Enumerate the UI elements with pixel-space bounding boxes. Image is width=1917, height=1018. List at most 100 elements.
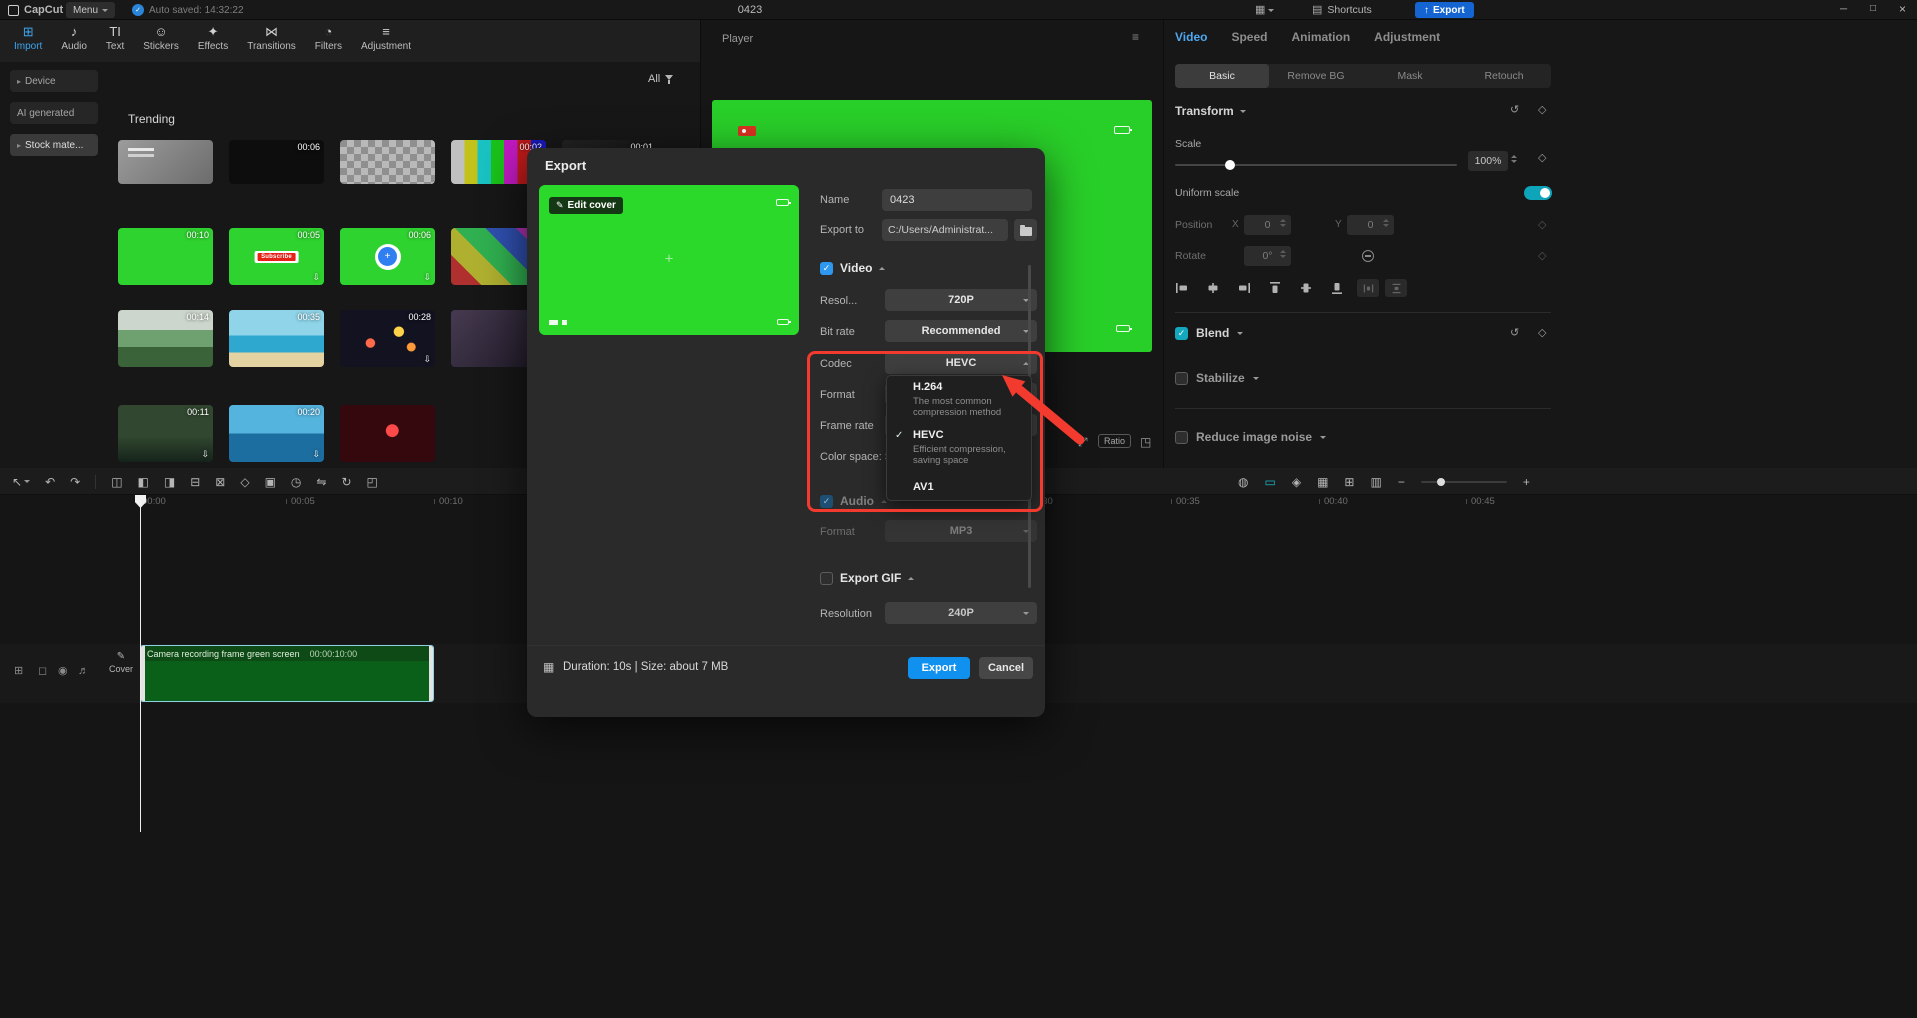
media-thumbnail[interactable]: 00:14 [118,310,213,367]
subtab-basic[interactable]: Basic [1175,64,1269,88]
rotate-stepper[interactable] [1280,250,1286,258]
subtab-remove-bg[interactable]: Remove BG [1269,64,1363,88]
media-thumbnail[interactable]: 00:35 [229,310,324,367]
align-bottom-icon[interactable] [1330,281,1344,295]
media-thumbnail[interactable]: 00:10 [118,228,213,285]
rotate-icon[interactable]: ↻ [341,476,351,488]
media-tab-transitions[interactable]: ⋈Transitions [247,25,296,52]
subtab-mask[interactable]: Mask [1363,64,1457,88]
download-icon[interactable]: ⇩ [312,272,320,283]
browse-folder-button[interactable] [1014,219,1037,241]
sidebar-item-ai-generated[interactable]: AI generated [10,102,98,124]
codec-option-av1[interactable]: AV1 [887,478,1033,502]
crop-icon[interactable]: ◰ [367,476,378,488]
gif-resolution-select[interactable]: 240P [885,602,1037,624]
mute-track-icon[interactable]: ♬ [78,666,89,677]
transform-header[interactable]: Transform [1175,104,1246,118]
magnet-snap-icon[interactable]: ▦ [1317,476,1328,488]
name-input[interactable] [882,189,1032,211]
edit-cover-button[interactable]: ✎ Edit cover [549,197,623,214]
media-tab-audio[interactable]: ♪Audio [61,25,87,52]
media-thumbnail[interactable] [340,405,435,462]
keyframe-diamond-icon[interactable]: ◇ [1538,326,1546,339]
media-tab-adjustment[interactable]: ≡Adjustment [361,25,411,52]
stabilize-checkbox[interactable] [1175,372,1188,385]
marker-icon[interactable]: ◇ [240,476,249,488]
menu-button[interactable]: Menu [66,2,115,18]
chevron-down-icon[interactable] [1320,436,1326,439]
reset-icon[interactable]: ↺ [1510,103,1519,116]
download-icon[interactable]: ⇩ [201,449,209,460]
align-center-horizontal-icon[interactable] [1206,281,1220,295]
select-tool-icon[interactable]: ↖ [12,476,22,488]
scale-stepper[interactable] [1511,155,1517,163]
trim-left-icon[interactable]: ◧ [138,476,149,488]
playhead-line[interactable] [140,495,141,832]
media-thumbnail[interactable]: 00:11 ⇩ [118,405,213,462]
media-tab-stickers[interactable]: ☺Stickers [143,25,179,52]
layout-switcher[interactable]: ▦ [1255,0,1274,20]
filter-all[interactable]: All [648,73,673,85]
hide-track-icon[interactable]: ◉ [58,666,68,677]
reduce-noise-checkbox[interactable] [1175,431,1188,444]
align-right-icon[interactable] [1237,281,1251,295]
tab-animation[interactable]: Animation [1291,30,1350,44]
slider-handle[interactable] [1225,160,1235,170]
export-confirm-button[interactable]: Export [908,657,970,679]
tab-speed[interactable]: Speed [1231,30,1267,44]
download-icon[interactable]: ⇩ [423,272,431,283]
resolution-select[interactable]: 720P [885,289,1037,311]
mirror-icon[interactable]: ⇋ [316,476,326,488]
sidebar-item-stock-material[interactable]: ▸Stock mate... [10,134,98,156]
keyframe-icon[interactable]: ◈ [1292,476,1301,488]
media-thumbnail[interactable]: 00:05 Subscribe ⇩ [229,228,324,285]
cover-button[interactable]: ✎ Cover [104,651,138,674]
chevron-down-icon[interactable] [1253,377,1259,380]
chevron-up-icon[interactable] [908,577,914,580]
main-track-icon[interactable]: ⊞ [14,666,23,677]
ratio-button[interactable]: Ratio [1098,434,1131,448]
media-thumbnail[interactable]: 00:28 ⇩ [340,310,435,367]
keyframe-diamond-icon[interactable]: ◇ [1538,103,1546,116]
download-icon[interactable]: ⇩ [423,354,431,365]
export-gif-checkbox[interactable] [820,572,833,585]
shortcuts-button[interactable]: ▤ Shortcuts [1312,0,1372,20]
video-checkbox[interactable]: ✓ [820,262,833,275]
trim-right-icon[interactable]: ◨ [164,476,175,488]
position-y-stepper[interactable] [1383,219,1389,227]
codec-option-hevc[interactable]: ✓ HEVC Efficient compression, saving spa… [887,424,1033,474]
zoom-out-icon[interactable]: − [1398,476,1405,488]
record-voiceover-icon[interactable]: ◍ [1238,476,1248,488]
media-thumbnail[interactable]: 00:20 ⇩ [229,405,324,462]
download-icon[interactable]: ⇩ [312,449,320,460]
uniform-scale-toggle[interactable] [1524,186,1552,200]
overlay-icon[interactable]: ▣ [265,476,276,488]
media-tab-text[interactable]: TIText [106,25,124,52]
audio-checkbox[interactable]: ✓ [820,495,833,508]
chevron-up-icon[interactable] [879,267,885,270]
sidebar-item-device[interactable]: ▸Device [10,70,98,92]
scale-slider[interactable] [1175,164,1457,166]
delete-icon[interactable]: ⊠ [215,476,225,488]
keyframe-diamond-icon[interactable]: ◇ [1538,218,1546,231]
media-tab-import[interactable]: ⊞Import [14,25,42,52]
fit-preview-icon[interactable]: ⤢ [1078,436,1088,448]
align-middle-vertical-icon[interactable] [1299,281,1313,295]
preview-axis-icon[interactable]: ▥ [1370,476,1381,488]
media-tab-effects[interactable]: ✦Effects [198,25,228,52]
timeline-zoom-slider[interactable] [1421,481,1507,483]
chevron-down-icon[interactable] [24,480,30,483]
audio-format-select[interactable]: MP3 [885,520,1037,542]
close-button[interactable]: × [1899,2,1906,16]
timeline-clip[interactable]: Camera recording frame green screen 00:0… [140,645,434,702]
media-tab-filters[interactable]: ◔Filters [315,25,342,52]
zoom-slider-handle[interactable] [1437,478,1445,486]
undo-icon[interactable]: ↶ [45,476,55,488]
distribute-horizontal-button[interactable] [1357,279,1379,297]
media-thumbnail[interactable] [340,140,435,184]
export-button-top[interactable]: ↑ Export [1415,2,1474,18]
codec-select[interactable]: HEVC [885,352,1037,374]
media-thumbnail[interactable] [118,140,213,184]
link-clips-icon[interactable]: ⊞ [1344,476,1354,488]
media-thumbnail[interactable]: 00:06 + ⇩ [340,228,435,285]
